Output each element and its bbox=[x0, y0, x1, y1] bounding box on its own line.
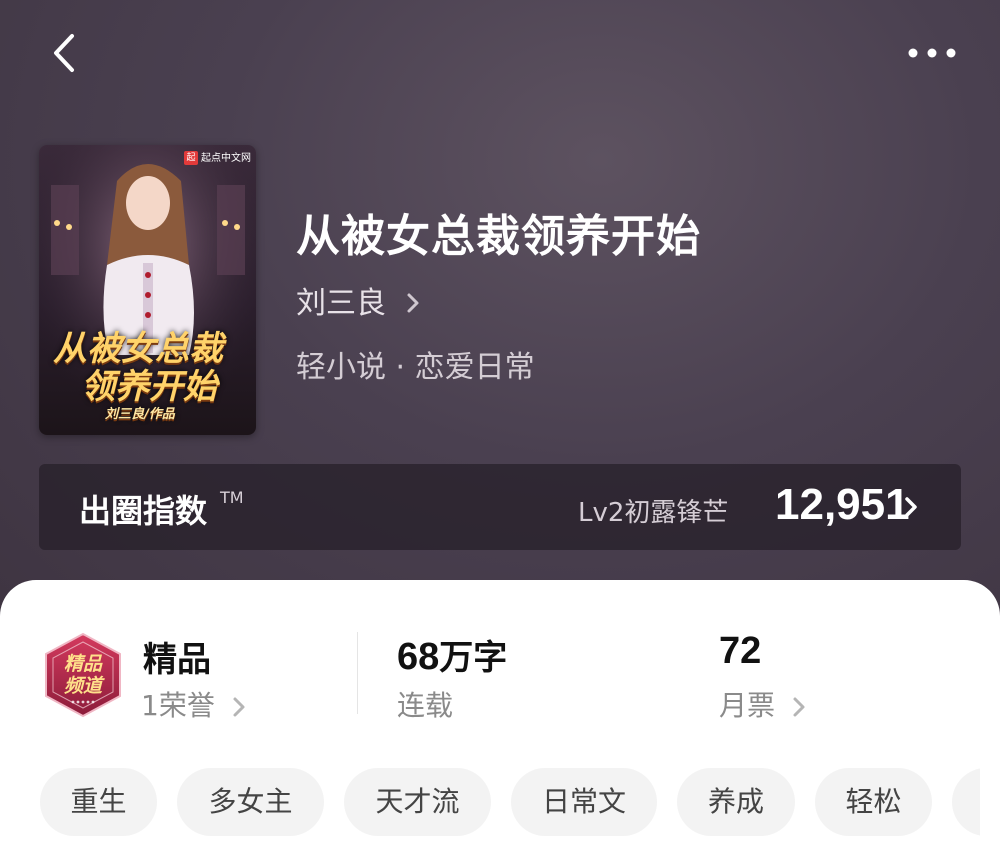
chevron-left-icon bbox=[54, 34, 74, 72]
tag-list: 重生 多女主 天才流 日常文 养成 轻松 bbox=[40, 768, 980, 836]
tag-chip-partial[interactable] bbox=[952, 768, 980, 836]
word-count-unit: 万字 bbox=[439, 638, 508, 678]
publisher-logo-icon: 起 bbox=[184, 151, 198, 165]
tag-chip[interactable]: 天才流 bbox=[344, 768, 491, 836]
word-count-value: 68 bbox=[397, 636, 440, 678]
monthly-votes-value: 72 bbox=[719, 630, 762, 672]
quality-channel-badge-icon: 精品 频道 bbox=[45, 632, 121, 718]
svg-text:精品: 精品 bbox=[64, 653, 103, 675]
chevron-right-icon bbox=[793, 697, 805, 717]
chevron-right-icon bbox=[233, 697, 245, 717]
author-name: 刘三良 bbox=[296, 286, 386, 321]
monthly-votes-link[interactable]: 月票 bbox=[719, 684, 806, 724]
trademark-mark: TM bbox=[220, 488, 244, 507]
book-cover[interactable]: 从被女总裁 领养开始 刘三良/作品 bbox=[39, 145, 256, 435]
tag-chip[interactable]: 多女主 bbox=[177, 768, 324, 836]
more-horizontal-icon bbox=[908, 48, 956, 58]
svg-text:频道: 频道 bbox=[64, 675, 105, 697]
influence-index-bar[interactable]: 出圈指数 TM Lv2初露锋芒 12,951 bbox=[39, 464, 961, 550]
cover-publisher: 起起点中文网 bbox=[184, 151, 254, 167]
book-genre: 轻小说 · 恋爱日常 bbox=[296, 350, 535, 385]
honors-count: 1荣誉 bbox=[141, 689, 215, 722]
tag-chip[interactable]: 日常文 bbox=[511, 768, 657, 836]
book-title: 从被女总裁领养开始 bbox=[296, 211, 701, 262]
stats-divider bbox=[357, 632, 358, 714]
author-link[interactable]: 刘三良 bbox=[296, 278, 420, 322]
word-count: 68万字 bbox=[397, 630, 507, 679]
chevron-right-icon bbox=[905, 497, 917, 517]
back-button[interactable] bbox=[44, 30, 88, 76]
serial-status: 连载 bbox=[397, 689, 454, 722]
monthly-votes-label: 月票 bbox=[719, 689, 776, 722]
tag-chip[interactable]: 养成 bbox=[677, 768, 795, 836]
cover-title-text: 从被女总裁 领养开始 刘三良/作品 bbox=[53, 329, 223, 422]
influence-level: Lv2初露锋芒 bbox=[578, 498, 729, 528]
more-button[interactable] bbox=[905, 36, 959, 70]
tag-chip[interactable]: 轻松 bbox=[815, 768, 932, 836]
tag-chip[interactable]: 重生 bbox=[40, 768, 157, 836]
influence-label: 出圈指数 bbox=[79, 492, 208, 530]
chevron-right-icon bbox=[406, 287, 420, 322]
honors-link[interactable]: 1荣誉 bbox=[141, 684, 246, 724]
influence-score: 12,951 bbox=[775, 480, 910, 529]
quality-title: 精品 bbox=[143, 640, 211, 680]
